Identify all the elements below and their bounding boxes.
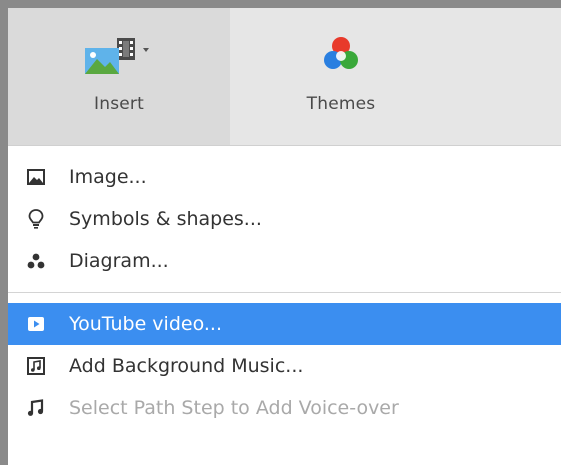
insert-dropdown-window: Insert Themes Image... Symbols & shapes.… — [0, 0, 561, 465]
menu-item-youtube-video[interactable]: YouTube video... — [8, 303, 561, 345]
youtube-play-icon — [24, 312, 48, 336]
insert-menu: Image... Symbols & shapes... Diagram... … — [8, 146, 561, 429]
insert-label: Insert — [94, 94, 144, 114]
menu-item-label: Diagram... — [69, 250, 169, 272]
menu-divider — [8, 292, 561, 293]
diagram-icon — [24, 249, 48, 273]
themes-label: Themes — [306, 94, 376, 114]
menu-item-label: Add Background Music... — [69, 355, 304, 377]
menu-item-image[interactable]: Image... — [8, 156, 561, 198]
insert-media-icon — [83, 28, 155, 82]
music-file-icon — [24, 354, 48, 378]
music-note-icon — [24, 396, 48, 420]
toolbar: Insert Themes — [8, 8, 561, 146]
menu-item-label: YouTube video... — [69, 313, 222, 335]
menu-item-voice-over: Select Path Step to Add Voice-over — [8, 387, 561, 429]
menu-item-label: Image... — [69, 166, 147, 188]
themes-icon — [321, 28, 361, 82]
insert-button[interactable]: Insert — [8, 8, 230, 145]
menu-item-symbols-shapes[interactable]: Symbols & shapes... — [8, 198, 561, 240]
menu-item-label: Select Path Step to Add Voice-over — [69, 397, 399, 419]
image-icon — [24, 165, 48, 189]
menu-item-diagram[interactable]: Diagram... — [8, 240, 561, 282]
themes-button[interactable]: Themes — [230, 8, 452, 145]
lightbulb-icon — [24, 207, 48, 231]
menu-item-add-background-music[interactable]: Add Background Music... — [8, 345, 561, 387]
menu-item-label: Symbols & shapes... — [69, 208, 262, 230]
